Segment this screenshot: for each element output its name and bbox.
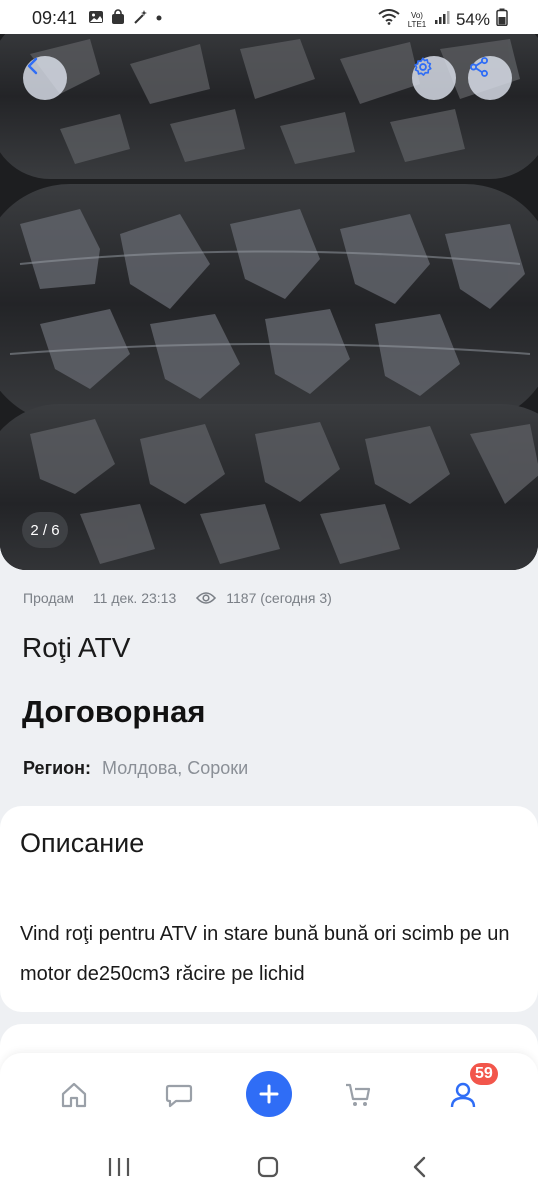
description-title: Описание [20,828,145,858]
listing-type: Продам [23,590,74,606]
chat-icon [165,1084,193,1108]
share-icon [470,57,488,77]
chevron-left-icon [27,57,38,75]
signal-icon [434,9,450,30]
back-system-button[interactable] [400,1152,440,1182]
wifi-icon [378,9,400,30]
listing-views: 1187 (сегодня 3) [226,590,332,606]
description-text: Vind roţi pentru ATV in stare bună bună … [20,923,510,985]
home-icon [61,1082,87,1108]
nav-messages[interactable] [157,1073,201,1117]
back-button[interactable] [23,56,67,100]
description-card: Описание Vind roţi pentru ATV in stare b… [0,806,538,1012]
bottom-nav: 59 [0,1053,538,1140]
back-arrow-icon [413,1156,426,1178]
region-label: Регион: [23,758,91,778]
listing-photo[interactable]: 2 / 6 [0,34,538,570]
listing-title: Roţi ATV [22,632,131,663]
status-system-icons: Vo) LTE1 54% [378,8,508,31]
eye-icon [196,591,217,605]
listing-info: Продам 11 дек. 23:13 1187 (сегодня 3) Ro… [0,570,538,805]
shopping-bag-icon [110,9,126,30]
photo-counter: 2 / 6 [22,512,68,548]
home-square-icon [257,1156,279,1178]
battery-percent: 54% [455,9,490,29]
status-time: 09:41 [32,8,78,28]
gallery-notification-icon [88,9,104,30]
nav-cart[interactable] [336,1073,380,1117]
more-dot-icon [154,9,164,30]
listing-date: 11 дек. 23:13 [92,590,177,606]
nav-home[interactable] [52,1073,96,1117]
home-system-button[interactable] [248,1152,288,1182]
system-nav-bar [0,1140,538,1200]
settings-button[interactable] [412,56,456,100]
add-listing-button[interactable] [246,1071,292,1117]
share-button[interactable] [468,56,512,100]
battery-icon [496,8,508,31]
profile-notification-badge: 59 [468,1061,500,1087]
tires-image [0,34,538,570]
listing-price: Договорная [22,694,206,729]
status-notification-icons [88,9,164,30]
listing-region: Регион: Молдова, Сороки [23,758,248,779]
region-value[interactable]: Молдова, Сороки [102,758,248,778]
recent-apps-button[interactable] [99,1152,139,1182]
plus-icon [259,1084,279,1104]
listing-meta: Продам 11 дек. 23:13 1187 (сегодня 3) [23,590,332,606]
gear-icon [414,57,432,76]
cart-icon [346,1083,371,1106]
magic-wand-icon [132,9,148,30]
network-label: Vo) LTE1 [407,10,427,29]
recent-apps-icon [108,1158,130,1176]
status-bar: 09:41 Vo) LTE1 54% [0,0,538,34]
